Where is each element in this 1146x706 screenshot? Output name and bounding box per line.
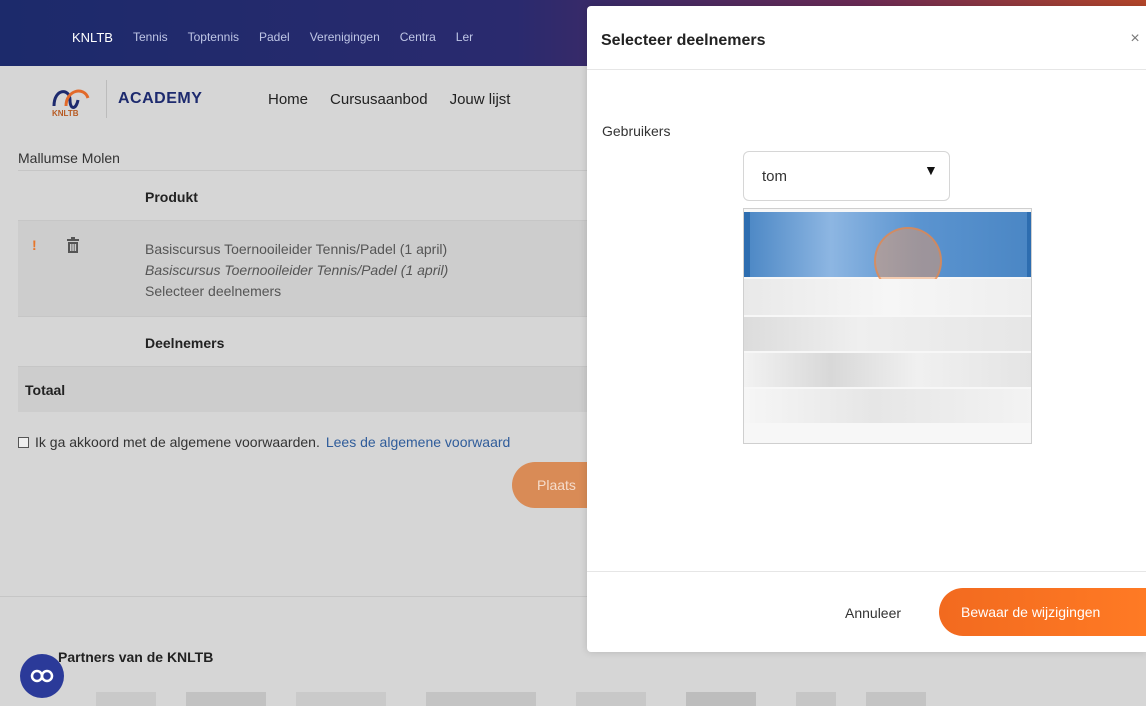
dropdown-option[interactable] [744, 279, 1031, 315]
item-select-participants: Selecteer deelnemers [145, 283, 282, 299]
dropdown-option[interactable] [744, 389, 1031, 423]
modal-footer-divider [587, 571, 1146, 572]
table-header-row: Produkt [18, 170, 588, 220]
top-nav-item-verenigingen[interactable]: Verenigingen [310, 30, 380, 45]
top-nav-item-tennis[interactable]: Tennis [133, 30, 168, 45]
partner-logos [96, 692, 926, 706]
item-title: Basiscursus Toernooileider Tennis/Padel … [145, 241, 448, 257]
terms-link[interactable]: Lees de algemene voorwaard [326, 434, 510, 450]
users-select[interactable]: tom ▼ [743, 151, 950, 201]
logo-text: KNLTB [52, 109, 79, 118]
item-subtitle: Basiscursus Toernooileider Tennis/Padel … [145, 262, 449, 278]
logo-divider [106, 80, 107, 118]
order-table: Produkt ! Basiscursus Toernooileider Ten… [18, 170, 588, 412]
dropdown-option[interactable] [744, 353, 1031, 387]
close-icon[interactable]: × [1128, 30, 1142, 48]
total-label: Totaal [25, 382, 66, 398]
users-select-value: tom [762, 168, 788, 185]
terms-text: Ik ga akkoord met de algemene voorwaarde… [35, 434, 320, 450]
partners-title: Partners van de KNLTB [58, 649, 214, 665]
item-description: Basiscursus Toernooileider Tennis/Padel … [145, 239, 448, 302]
academy-label[interactable]: ACADEMY [118, 90, 202, 108]
top-nav-item-toptennis[interactable]: Toptennis [188, 30, 239, 45]
select-participants-modal: Selecteer deelnemers × Gebruikers tom ▼ … [587, 6, 1146, 652]
top-nav-item-padel[interactable]: Padel [259, 30, 290, 45]
nav-home[interactable]: Home [268, 91, 308, 108]
nav-jouw-lijst[interactable]: Jouw lijst [450, 91, 511, 108]
modal-header-divider [587, 69, 1146, 70]
table-row: ! Basiscursus Toernooileider Tennis/Pade… [18, 220, 588, 316]
header-product: Produkt [145, 189, 198, 205]
participants-row: Deelnemers [18, 316, 588, 366]
trash-icon[interactable] [66, 237, 80, 253]
nav-cursusaanbod[interactable]: Cursusaanbod [330, 91, 428, 108]
total-row: Totaal [18, 366, 588, 412]
top-nav-item-centra[interactable]: Centra [400, 30, 436, 45]
terms-checkbox[interactable] [18, 436, 29, 448]
main-navigation: Home Cursusaanbod Jouw lijst [268, 91, 510, 108]
top-nav-links: KNLTB Tennis Toptennis Padel Vereniginge… [72, 30, 473, 45]
users-dropdown-list [743, 208, 1032, 444]
club-name: Mallumse Molen [18, 150, 120, 166]
selected-edge-right [1027, 212, 1031, 277]
selected-edge-left [744, 212, 750, 277]
terms-agreement: Ik ga akkoord met de algemene voorwaarde… [18, 434, 510, 450]
chat-button[interactable] [20, 654, 64, 698]
dropdown-option[interactable] [744, 317, 1031, 351]
modal-title: Selecteer deelnemers [601, 32, 766, 49]
users-label: Gebruikers [602, 123, 671, 139]
dropdown-option-selected[interactable] [744, 212, 1031, 295]
chat-icon [30, 669, 54, 683]
dropdown-arrow-icon[interactable]: ▼ [924, 162, 938, 178]
save-changes-button[interactable]: Bewaar de wijzigingen [939, 588, 1146, 636]
participants-label: Deelnemers [145, 335, 225, 351]
top-nav-item-leren[interactable]: Ler [456, 30, 473, 45]
cancel-button[interactable]: Annuleer [845, 605, 901, 621]
top-nav-item-knltb[interactable]: KNLTB [72, 30, 113, 45]
warning-icon: ! [32, 237, 37, 253]
